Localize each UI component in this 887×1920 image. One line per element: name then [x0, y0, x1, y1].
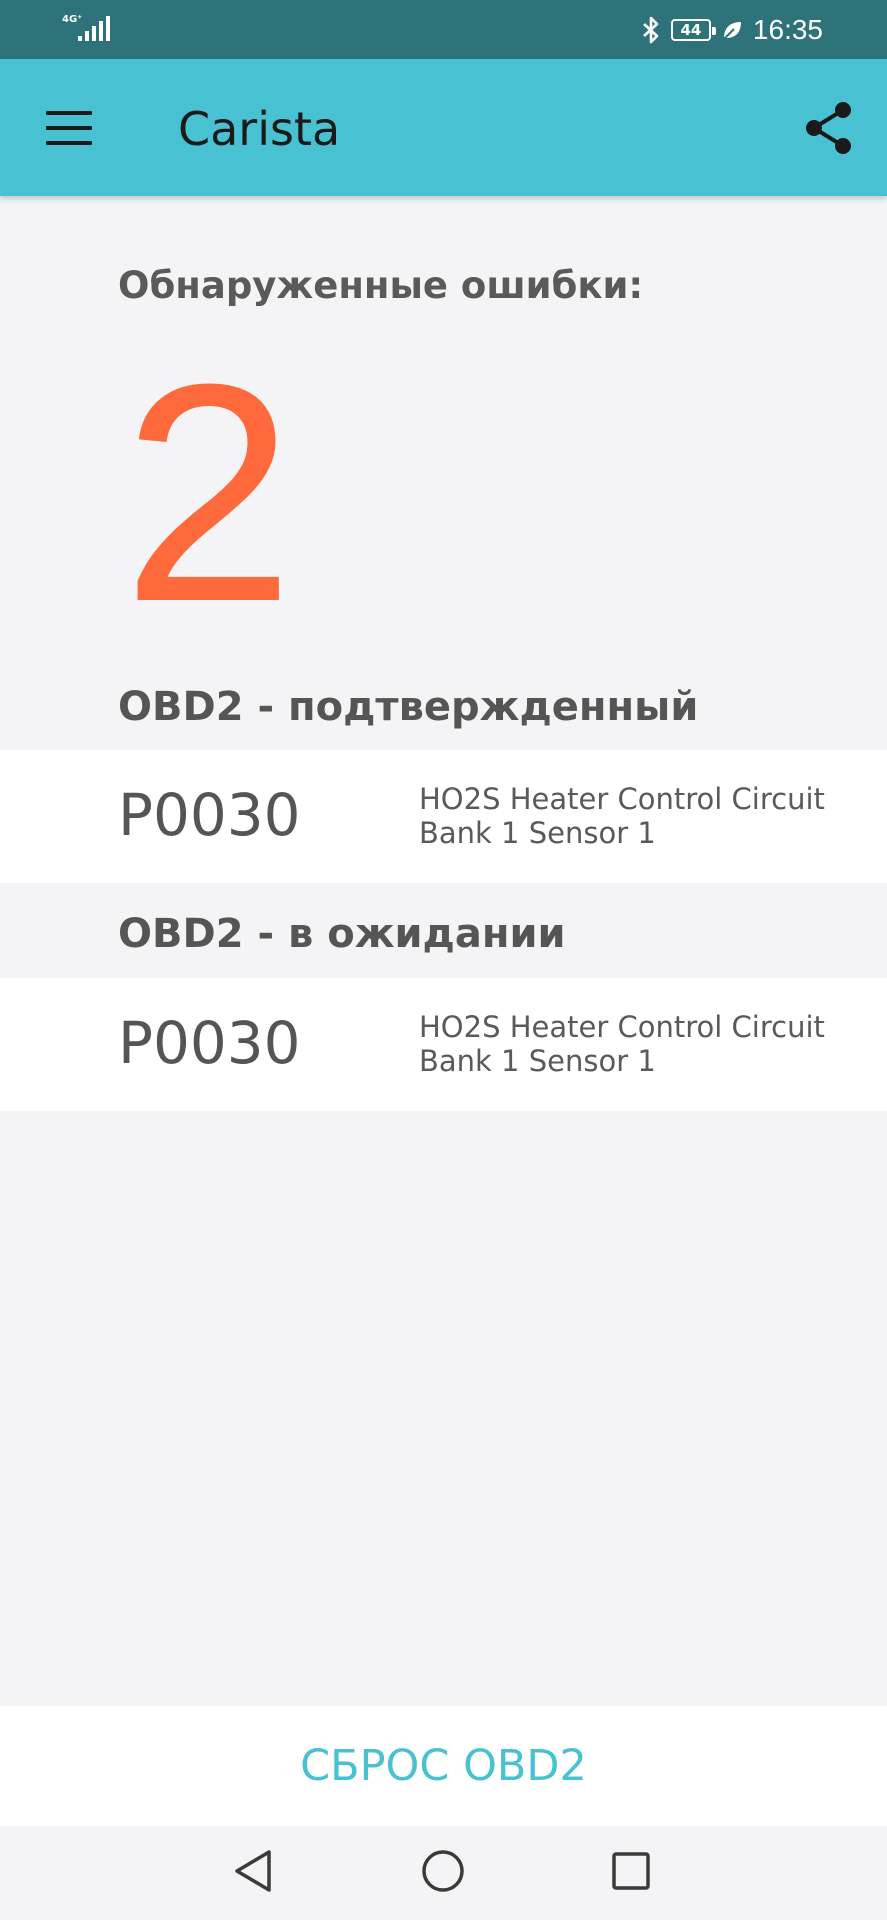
reset-obd2-button[interactable]: СБРОС OBD2 [0, 1706, 887, 1826]
recent-apps-icon[interactable] [606, 1846, 656, 1896]
dtc-description: HO2S Heater Control Circuit Bank 1 Senso… [419, 1010, 825, 1078]
dtc-row[interactable]: P0030 HO2S Heater Control Circuit Bank 1… [0, 978, 887, 1111]
section-header-pending: OBD2 - в ожидании [118, 911, 566, 957]
section-header-confirmed: OBD2 - подтвержденный [118, 684, 699, 730]
detected-errors-label: Обнаруженные ошибки: [118, 264, 644, 307]
home-icon[interactable] [418, 1846, 468, 1896]
dtc-row[interactable]: P0030 HO2S Heater Control Circuit Bank 1… [0, 750, 887, 883]
battery-level: 44 [680, 21, 702, 39]
battery-icon: 44 [670, 19, 716, 41]
signal-strength-icon [78, 16, 110, 41]
reset-bar: СБРОС OBD2 [0, 1706, 887, 1826]
dtc-description: HO2S Heater Control Circuit Bank 1 Senso… [419, 782, 825, 850]
back-icon[interactable] [229, 1846, 279, 1896]
dtc-code: P0030 [118, 781, 301, 849]
status-icons: 44 16:35 [641, 12, 823, 48]
error-count: 2 [122, 319, 295, 666]
signal-indicator: 4G⁺ [62, 14, 112, 44]
dtc-code: P0030 [118, 1009, 301, 1077]
status-bar: 4G⁺ 44 16:35 [0, 0, 887, 59]
share-icon[interactable] [803, 101, 853, 155]
navigation-bar [0, 1826, 887, 1920]
hamburger-menu-icon[interactable] [46, 111, 92, 145]
clock: 16:35 [752, 14, 823, 45]
leaf-icon [723, 22, 741, 40]
app-bar: Carista [0, 59, 887, 196]
app-title: Carista [178, 102, 341, 156]
bluetooth-icon [643, 16, 659, 44]
